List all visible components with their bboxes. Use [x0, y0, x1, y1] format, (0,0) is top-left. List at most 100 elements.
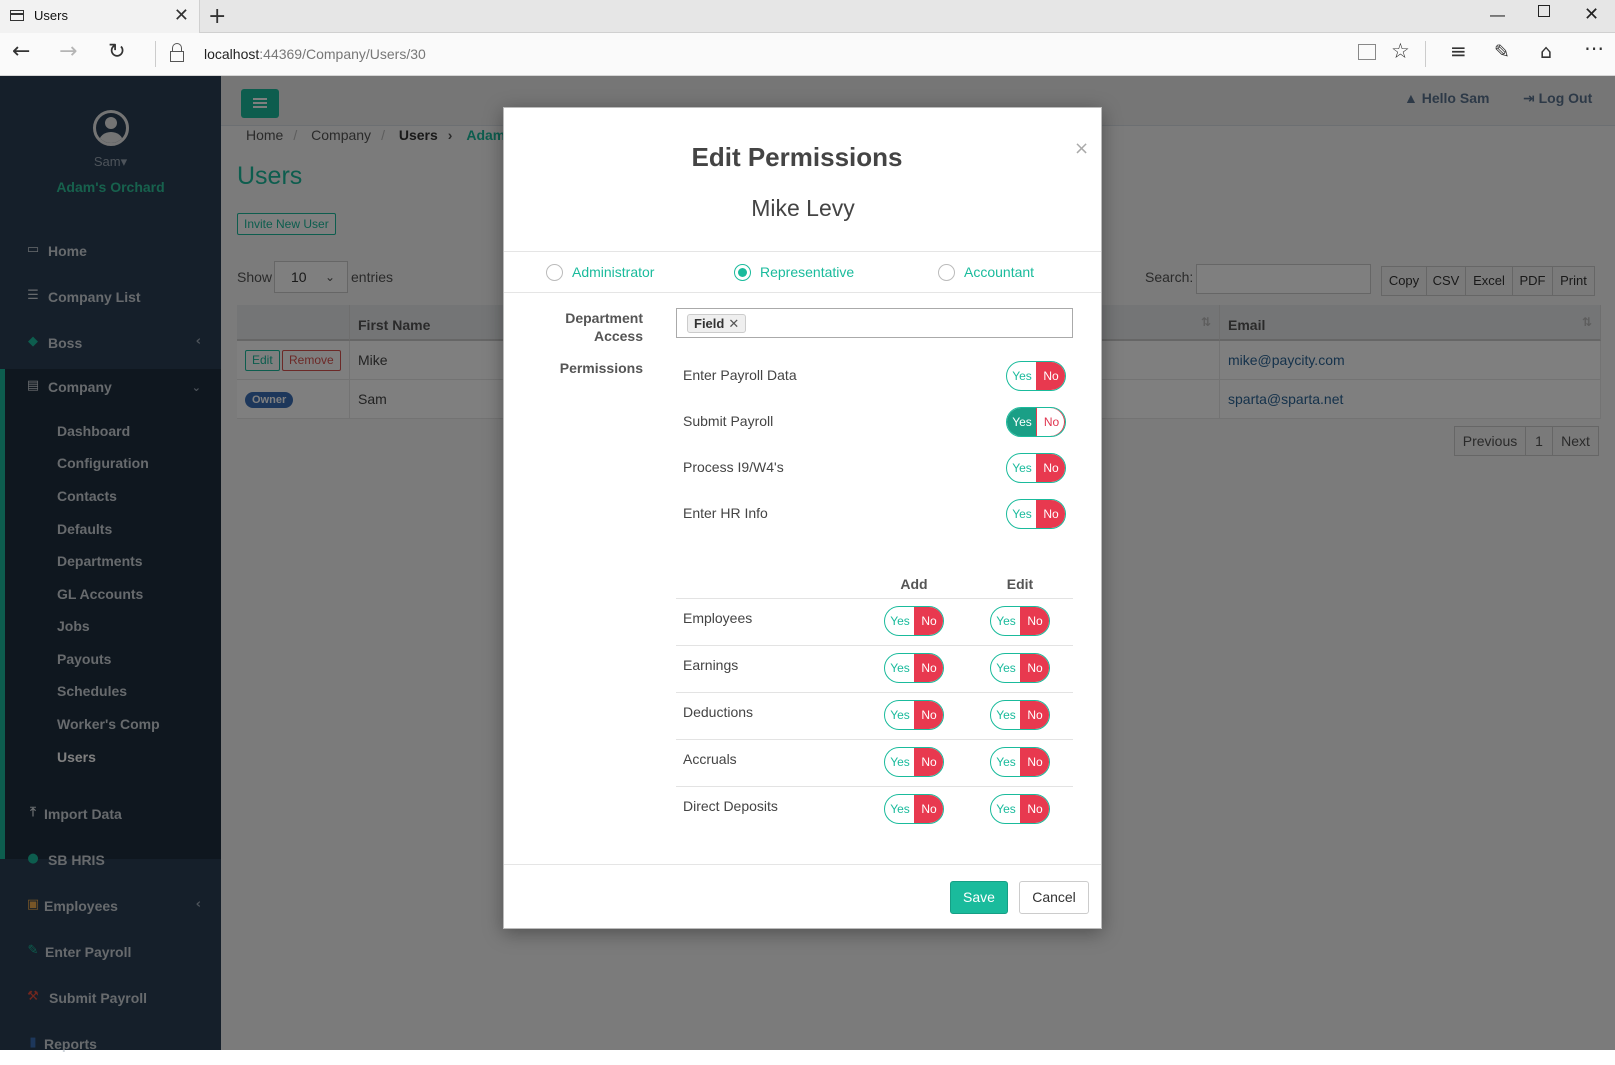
grid-label-employees: Employees	[683, 610, 753, 626]
toggle-yes: Yes	[996, 802, 1016, 816]
browser-navbar: ← → ↻ localhost:44369/Company/Users/30 ☆…	[0, 33, 1615, 76]
toggle-employees-edit[interactable]: Yes No	[990, 606, 1050, 636]
grid-label-direct-deposits: Direct Deposits	[683, 798, 778, 814]
tag-label: Field	[694, 316, 725, 331]
toggle-direct-deposits-edit[interactable]: Yes No	[990, 794, 1050, 824]
perm-label-enter-payroll-data: Enter Payroll Data	[683, 367, 797, 383]
toggle-accruals-add[interactable]: Yes No	[884, 747, 944, 777]
toggle-no: No	[1020, 795, 1049, 823]
maximize-icon[interactable]	[1538, 5, 1550, 17]
new-tab-icon[interactable]: +	[208, 4, 226, 29]
address-bar[interactable]: localhost:44369/Company/Users/30	[204, 46, 426, 62]
edit-permissions-modal: Edit Permissions × Mike Levy Administrat…	[503, 107, 1102, 929]
radio-circle-checked	[734, 264, 751, 281]
toggle-yes: Yes	[890, 802, 910, 816]
tab-title: Users	[34, 8, 68, 23]
perm-label-process-i9-w4: Process I9/W4's	[683, 459, 784, 475]
radio-label: Accountant	[964, 264, 1035, 280]
radio-label: Representative	[760, 264, 855, 280]
page-icon	[10, 10, 24, 21]
toggle-yes: Yes	[996, 708, 1016, 722]
department-label-line: Access	[593, 328, 643, 344]
toggle-yes: Yes	[890, 661, 910, 675]
browser-titlebar: Users ✕ + ― ✕	[0, 0, 1615, 33]
toggle-accruals-edit[interactable]: Yes No	[990, 747, 1050, 777]
toggle-yes: Yes	[1012, 369, 1032, 383]
department-label-line: Department	[565, 310, 643, 326]
remove-tag-icon[interactable]: ✕	[728, 317, 739, 332]
tab-close-icon[interactable]: ✕	[174, 5, 189, 26]
forward-arrow-icon[interactable]: →	[59, 41, 77, 63]
toggle-yes: Yes	[1012, 461, 1032, 475]
grid-label-deductions: Deductions	[683, 704, 754, 720]
toggle-no: No	[1036, 454, 1065, 482]
toggle-no: No	[1036, 500, 1065, 528]
back-arrow-icon[interactable]: ←	[12, 41, 30, 63]
reading-view-icon[interactable]	[1358, 44, 1376, 60]
more-options-icon[interactable]: ⋯	[1584, 38, 1604, 58]
minimize-icon[interactable]: ―	[1490, 6, 1505, 24]
toggle-deductions-edit[interactable]: Yes No	[990, 700, 1050, 730]
url-host: localhost	[204, 46, 260, 62]
grid-label-earnings: Earnings	[683, 657, 739, 673]
modal-footer-divider	[504, 864, 1101, 865]
window-close-icon[interactable]: ✕	[1584, 4, 1599, 25]
toggle-no: No	[914, 701, 943, 729]
toggle-earnings-add[interactable]: Yes No	[884, 653, 944, 683]
divider	[504, 251, 1101, 252]
favorite-star-icon[interactable]: ☆	[1391, 41, 1410, 62]
toggle-yes: Yes	[996, 614, 1016, 628]
toggle-process-i9-w4[interactable]: Yes No	[1006, 453, 1066, 483]
toggle-deductions-add[interactable]: Yes No	[884, 700, 944, 730]
save-button[interactable]: Save	[950, 881, 1008, 914]
toggle-no: No	[1020, 748, 1049, 776]
toggle-no: No	[1036, 362, 1065, 390]
refresh-icon[interactable]: ↻	[108, 41, 126, 62]
toggle-yes: Yes	[1007, 408, 1037, 436]
toggle-no: No	[914, 607, 943, 635]
department-access-input[interactable]: Field ✕	[676, 308, 1073, 338]
department-access-label: Department Access	[565, 309, 643, 345]
nav-separator	[1425, 41, 1426, 67]
toggle-no: No	[1036, 408, 1065, 436]
grid-divider	[676, 739, 1073, 740]
permissions-label: Permissions	[559, 360, 643, 376]
toggle-yes: Yes	[1012, 507, 1032, 521]
share-icon[interactable]: ⌂	[1540, 43, 1552, 62]
toggle-direct-deposits-add[interactable]: Yes No	[884, 794, 944, 824]
perm-label-submit-payroll: Submit Payroll	[683, 413, 774, 429]
toggle-yes: Yes	[890, 614, 910, 628]
close-icon[interactable]: ×	[1074, 138, 1089, 159]
nav-separator	[155, 41, 156, 67]
department-tag: Field ✕	[687, 314, 747, 333]
grid-header-add: Add	[900, 576, 928, 592]
grid-divider	[676, 598, 1073, 599]
grid-divider	[676, 786, 1073, 787]
modal-subtitle: Mike Levy	[751, 195, 855, 221]
perm-label-enter-hr-info: Enter HR Info	[683, 505, 768, 521]
hub-icon[interactable]: ≡	[1450, 41, 1467, 61]
toggle-enter-payroll-data[interactable]: Yes No	[1006, 361, 1066, 391]
grid-label-accruals: Accruals	[683, 751, 737, 767]
cancel-button[interactable]: Cancel	[1019, 881, 1089, 914]
grid-header-edit: Edit	[1006, 576, 1034, 592]
toggle-no: No	[914, 795, 943, 823]
toggle-yes: Yes	[890, 708, 910, 722]
toggle-submit-payroll[interactable]: Yes No	[1006, 407, 1066, 437]
toggle-enter-hr-info[interactable]: Yes No	[1006, 499, 1066, 529]
browser-tab[interactable]: Users ✕	[0, 0, 200, 33]
toggle-no: No	[1020, 607, 1049, 635]
toggle-earnings-edit[interactable]: Yes No	[990, 653, 1050, 683]
toggle-yes: Yes	[996, 661, 1016, 675]
divider	[504, 292, 1101, 293]
radio-label: Administrator	[572, 264, 655, 280]
radio-circle	[938, 264, 955, 281]
toggle-employees-add[interactable]: Yes No	[884, 606, 944, 636]
web-note-icon[interactable]: ✎	[1494, 43, 1510, 62]
toggle-no: No	[1020, 701, 1049, 729]
toggle-no: No	[1020, 654, 1049, 682]
grid-divider	[676, 645, 1073, 646]
radio-circle	[546, 264, 563, 281]
grid-divider	[676, 692, 1073, 693]
toggle-no: No	[914, 654, 943, 682]
